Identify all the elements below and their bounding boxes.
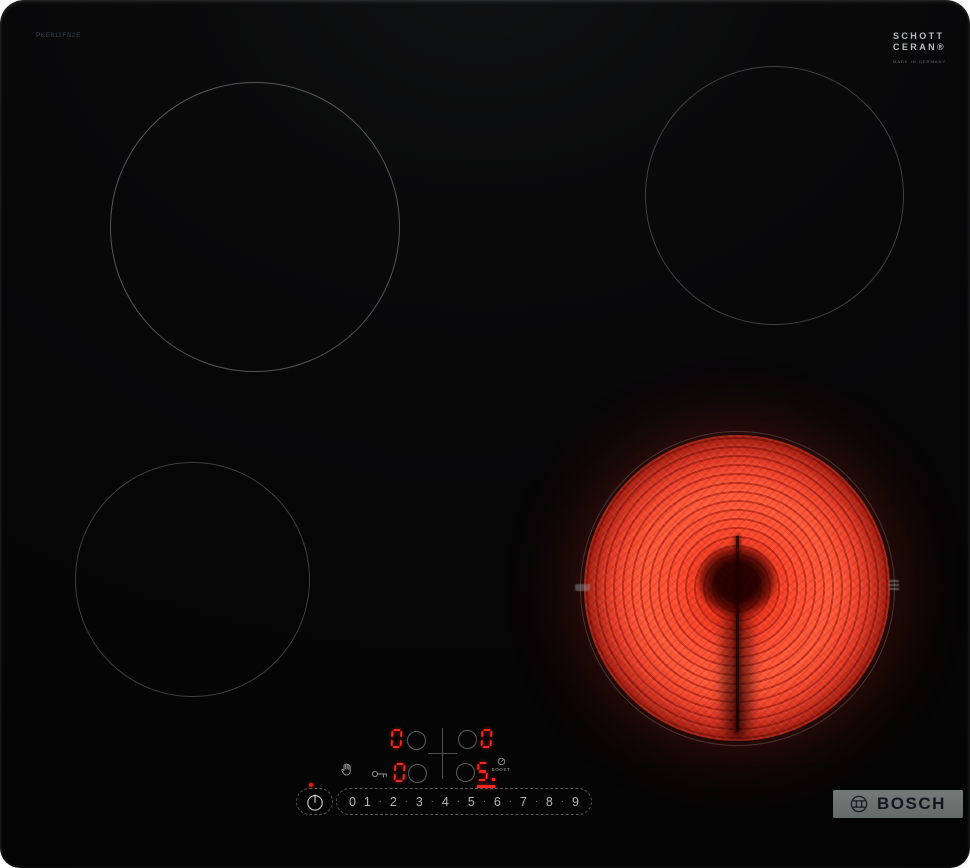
bosch-logo-text: BOSCH [877,794,946,814]
element-clip-left [575,584,590,591]
cooktop-photo: PKE611FN2E SCHOTT CERAN® MADE IN GERMANY [0,0,970,868]
boost-icon [497,757,506,766]
slider-level-0[interactable]: 0 [349,795,356,809]
schott-logo-line1: SCHOTT [893,31,946,42]
zone-select-front-left-button[interactable] [408,764,427,783]
slider-separator-dot: · [561,796,564,807]
hand-icon [339,762,355,778]
schott-logo-line2: CERAN® [893,42,946,53]
slider-level-3[interactable]: 3 [416,795,423,809]
slider-level-9[interactable]: 9 [572,795,579,809]
zone-select-front-right-button[interactable] [456,763,475,782]
element-clip-right [889,580,899,592]
power-button[interactable] [296,788,333,815]
power-level-slider[interactable]: 01 · 2 · 3 · 4 · 5 · 6 · 7 · 8 · 9 [336,788,592,815]
slider-separator-dot: · [457,796,460,807]
wipe-protection-button[interactable] [339,762,355,778]
slider-level-5[interactable]: 5 [468,795,475,809]
model-number: PKE611FN2E [36,32,81,39]
display-front-left [394,763,406,782]
slider-level-6[interactable]: 6 [494,795,501,809]
burner-zone-front-right-glowing-element [584,435,890,741]
slider-level-8[interactable]: 8 [546,795,553,809]
heating-element-sensor-shadow [698,545,776,615]
slider-separator-dot: · [405,796,408,807]
slider-separator-dot: · [431,796,434,807]
display-front-right-decimal-dot [492,778,495,781]
schott-ceran-logo: SCHOTT CERAN® MADE IN GERMANY [893,31,946,64]
slider-separator-dot: · [483,796,486,807]
slider-level-1[interactable]: 1 [364,795,371,809]
slider-level-4[interactable]: 4 [442,795,449,809]
slider-separator-dot: · [535,796,538,807]
slider-level-2[interactable]: 2 [390,795,397,809]
burner-zone-back-right [645,66,904,325]
schott-logo-tagline: MADE IN GERMANY [893,59,946,64]
zone-select-back-right-button[interactable] [458,730,477,749]
slider-separator-dot: · [379,796,382,807]
bosch-badge: BOSCH [833,790,963,818]
child-lock-button[interactable] [371,766,389,777]
slider-separator-dot: · [509,796,512,807]
display-back-right [481,729,493,748]
zone-select-back-left-button[interactable] [407,731,426,750]
ceramic-glass-surface: PKE611FN2E SCHOTT CERAN® MADE IN GERMANY [0,0,970,868]
display-back-left [391,729,403,748]
boost-label: BOOST [486,767,516,772]
key-icon [371,769,389,779]
zone-selector-divider-horizontal [428,753,457,754]
slider-level-7[interactable]: 7 [520,795,527,809]
boost-button[interactable]: BOOST [486,757,516,772]
bosch-armature-icon [849,794,869,814]
power-icon [304,790,326,814]
burner-zone-front-left [75,462,310,697]
burner-zone-back-left [110,82,400,372]
power-indicator-led [309,783,313,787]
